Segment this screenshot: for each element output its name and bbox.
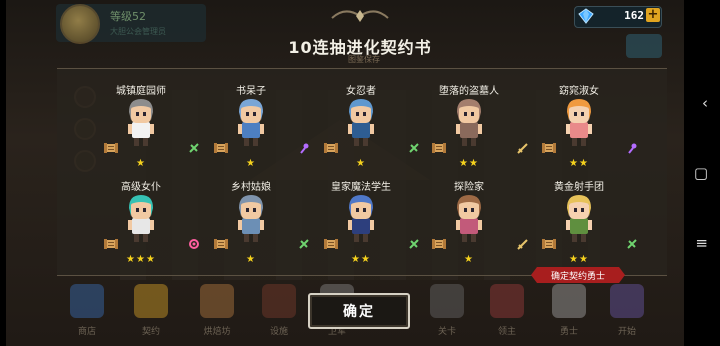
dock-label: 领主 [497, 327, 516, 337]
character-sprite [348, 195, 374, 242]
add-gems-button[interactable]: + [646, 8, 660, 22]
home-nav-icon[interactable]: ▢ [694, 166, 708, 181]
character-name: 窈窕淑女 [559, 86, 599, 97]
character-sprite [128, 195, 154, 242]
dock-item[interactable]: 勇士 [546, 284, 592, 346]
character-name: 书呆子 [236, 86, 266, 97]
title-subtitle: 图鉴保存 [348, 55, 380, 64]
dock-icon [200, 284, 234, 318]
character-sprite [238, 195, 264, 242]
character-name: 高级女仆 [121, 182, 161, 193]
scroll-icon [324, 239, 338, 249]
character-sprite [238, 99, 264, 146]
character-card[interactable]: 窈窕淑女 ★★ [524, 82, 637, 182]
title-ornament-icon [331, 10, 389, 22]
player-level: 等级52 [110, 10, 146, 23]
star-rating: ★★ [459, 158, 479, 169]
scroll-icon [104, 239, 118, 249]
scroll-icon [214, 143, 228, 153]
dock-label: 商店 [77, 327, 96, 337]
star-rating: ★ [246, 254, 256, 265]
mage-icon [628, 143, 637, 154]
character-card[interactable]: 黄金射手团 ★★ [524, 178, 637, 278]
character-card[interactable]: 女忍者 ★ [306, 82, 419, 182]
character-name: 堕落的盗墓人 [439, 86, 499, 97]
character-name: 探险家 [454, 182, 484, 193]
character-card[interactable]: 探险家 ★ [414, 178, 528, 278]
dock-label: 勇士 [559, 327, 578, 337]
star-rating: ★★ [569, 254, 589, 265]
dock-label: 烘焙坊 [203, 327, 231, 337]
character-sprite [456, 195, 482, 242]
dock-icon [134, 284, 168, 318]
character-sprite [566, 99, 592, 146]
character-sprite [128, 99, 154, 146]
star-rating: ★★★ [126, 254, 156, 265]
back-nav-icon[interactable]: ‹ [702, 96, 708, 111]
star-rating: ★★ [351, 254, 371, 265]
character-name: 女忍者 [346, 86, 376, 97]
dock-icon [610, 284, 644, 318]
character-name: 城镇庭园师 [116, 86, 166, 97]
character-card[interactable]: 乡村姑娘 ★ [196, 178, 309, 278]
scroll-icon [214, 239, 228, 249]
scroll-icon [432, 143, 446, 153]
diamond-icon [578, 8, 594, 24]
character-sprite [348, 99, 374, 146]
character-card[interactable]: 城镇庭园师 ★ [86, 82, 199, 182]
star-rating: ★★ [569, 158, 589, 169]
dock-item[interactable]: 领主 [484, 284, 530, 346]
star-rating: ★ [136, 158, 146, 169]
scroll-icon [324, 143, 338, 153]
dock-item[interactable]: 商店 [64, 284, 110, 346]
dock-icon [552, 284, 586, 318]
scroll-icon [542, 143, 556, 153]
assassin-icon [627, 239, 637, 249]
dock-label: 关卡 [437, 327, 456, 337]
recents-nav-icon[interactable]: ≡ [695, 236, 708, 251]
dock-icon [70, 284, 104, 318]
character-card[interactable]: 高级女仆 ★★★ [86, 178, 199, 278]
character-sprite [566, 195, 592, 242]
scroll-icon [542, 239, 556, 249]
dock-icon [430, 284, 464, 318]
dock-icon [262, 284, 296, 318]
dock-item[interactable]: 设施 [256, 284, 302, 346]
star-rating: ★ [356, 158, 366, 169]
character-sprite [456, 99, 482, 146]
confirm-button-label[interactable]: 确定 [308, 301, 410, 321]
character-name: 乡村姑娘 [231, 182, 271, 193]
dock-label: 契约 [141, 327, 160, 337]
character-name: 黄金射手团 [554, 182, 604, 193]
character-card[interactable]: 皇家魔法学生 ★★ [306, 178, 419, 278]
scroll-icon [104, 143, 118, 153]
dock-label: 开始 [617, 327, 636, 337]
dock-item[interactable]: 契约 [128, 284, 174, 346]
character-card[interactable]: 堕落的盗墓人 ★★ [414, 82, 528, 182]
star-rating: ★ [246, 158, 256, 169]
dock-item[interactable]: 烘焙坊 [194, 284, 240, 346]
dock-label: 设施 [269, 327, 288, 337]
dock-icon [490, 284, 524, 318]
character-card[interactable]: 书呆子 ★ [196, 82, 309, 182]
gem-count: 162 [624, 9, 644, 22]
character-name: 皇家魔法学生 [331, 182, 391, 193]
dock-item[interactable]: 关卡 [424, 284, 470, 346]
scroll-icon [432, 239, 446, 249]
star-rating: ★ [464, 254, 474, 265]
dock-item[interactable]: 开始 [604, 284, 650, 346]
